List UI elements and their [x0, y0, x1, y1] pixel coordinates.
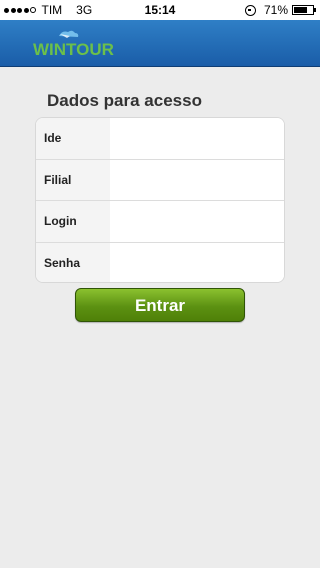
filial-label: Filial: [36, 159, 110, 200]
logo-text: WINTOUR: [33, 40, 114, 59]
app-header: WINTOUR: [0, 20, 320, 67]
ide-input[interactable]: [110, 118, 284, 159]
rotation-lock-icon: [244, 4, 256, 16]
battery-percent: 71%: [263, 3, 288, 17]
login-label: Login: [36, 201, 110, 242]
field-row-login: Login: [36, 201, 284, 243]
entrar-button[interactable]: Entrar: [75, 288, 245, 322]
battery-icon: [292, 5, 316, 15]
ide-label: Ide: [36, 118, 110, 159]
filial-input[interactable]: [110, 159, 284, 200]
form-title: Dados para acesso: [47, 91, 202, 110]
wintour-logo: WINTOUR: [33, 28, 125, 60]
login-input[interactable]: [110, 201, 284, 242]
field-row-senha: Senha: [36, 242, 284, 282]
senha-input[interactable]: [110, 242, 284, 282]
field-row-ide: Ide: [36, 118, 284, 160]
login-form: Ide Filial Login Senha: [35, 117, 285, 283]
senha-label: Senha: [36, 242, 110, 282]
field-row-filial: Filial: [36, 159, 284, 201]
status-bar: TIM 3G 15:14 71%: [0, 0, 320, 20]
